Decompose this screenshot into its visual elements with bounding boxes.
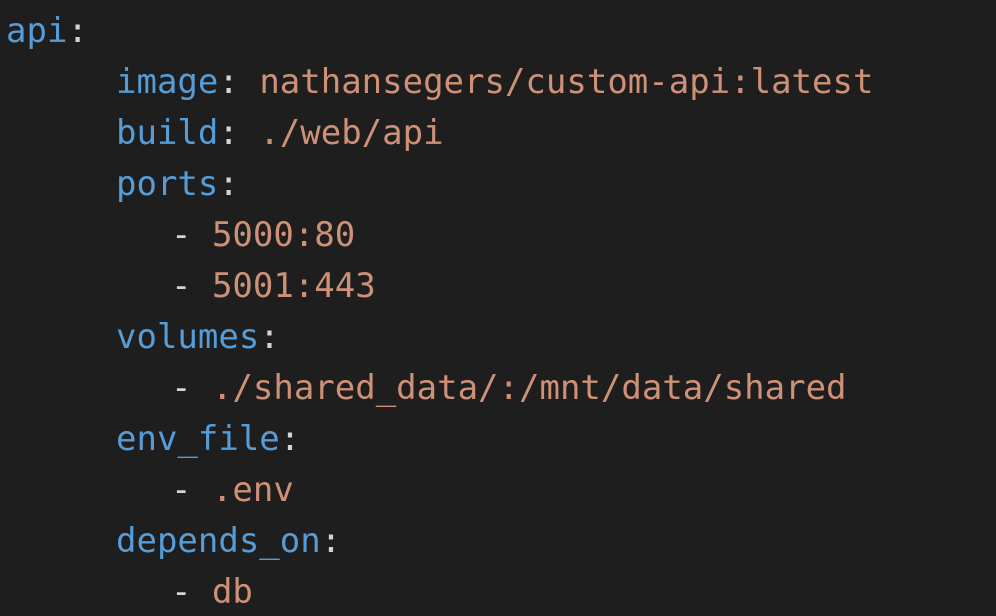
code-line-port-item: - 5000:80: [6, 209, 355, 261]
code-line-volume-item: - ./shared_data/:/mnt/data/shared: [6, 362, 847, 414]
env-file-value: .env: [211, 470, 294, 510]
volume-value: ./shared_data/:/mnt/data/shared: [211, 368, 847, 408]
build-value: ./web/api: [259, 113, 444, 153]
code-line-ports: ports:: [6, 158, 239, 210]
depends-on-value: db: [211, 572, 253, 612]
colon: :: [218, 62, 239, 102]
service-key: api: [6, 11, 68, 51]
env-file-key: env_file: [116, 419, 280, 459]
colon: :: [320, 521, 342, 561]
colon: :: [67, 11, 88, 51]
code-editor: api: image: nathansegers/custom-api:late…: [0, 0, 996, 616]
build-key: build: [116, 113, 219, 153]
code-line-api: api:: [6, 5, 88, 57]
code-line-env-file-item: - .env: [6, 464, 294, 516]
colon: :: [279, 419, 301, 459]
port-value: 5000:80: [211, 215, 356, 255]
list-dash: -: [171, 572, 212, 612]
code-line-image: image: nathansegers/custom-api:latest: [6, 56, 873, 108]
image-value: nathansegers/custom-api:latest: [259, 62, 874, 102]
volumes-key: volumes: [116, 317, 260, 357]
code-line-env-file: env_file:: [6, 413, 300, 465]
code-line-build: build: ./web/api: [6, 107, 444, 159]
list-dash: -: [171, 215, 212, 255]
ports-key: ports: [116, 164, 219, 204]
code-line-volumes: volumes:: [6, 311, 280, 363]
code-line-depends-on-item: - db: [6, 566, 253, 616]
depends-on-key: depends_on: [116, 521, 321, 561]
code-line-depends-on: depends_on:: [6, 515, 341, 567]
list-dash: -: [171, 470, 212, 510]
port-value: 5001:443: [211, 266, 376, 306]
colon: :: [218, 164, 239, 204]
colon: :: [259, 317, 280, 357]
colon: :: [218, 113, 239, 153]
code-line-port-item: - 5001:443: [6, 260, 376, 312]
list-dash: -: [171, 266, 212, 306]
list-dash: -: [171, 368, 212, 408]
image-key: image: [116, 62, 219, 102]
